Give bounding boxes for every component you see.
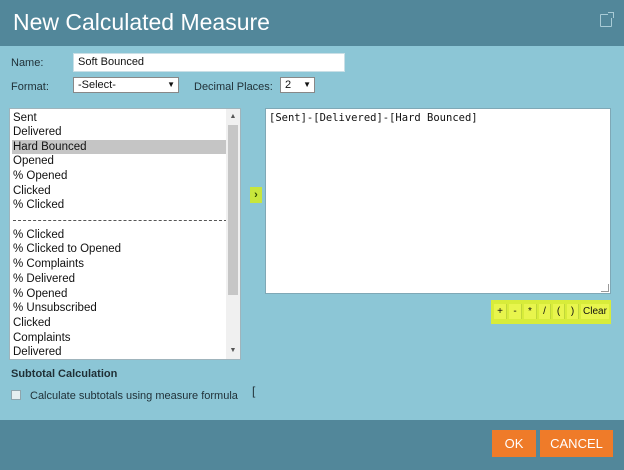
decimal-places-label: Decimal Places: <box>194 81 273 93</box>
list-item[interactable]: Complaints <box>13 331 71 345</box>
list-item[interactable]: % Opened <box>13 287 67 301</box>
chevron-down-icon: ▼ <box>167 80 175 89</box>
list-item[interactable]: Clicked <box>13 316 51 330</box>
list-item[interactable]: % Clicked <box>13 198 64 212</box>
subtotal-checkbox-label[interactable]: Calculate subtotals using measure formul… <box>30 390 238 402</box>
decimal-places-select[interactable]: 2 ▼ <box>280 77 315 93</box>
scrollbar-thumb[interactable] <box>228 125 238 295</box>
subtotal-checkbox[interactable] <box>11 390 21 400</box>
minus-button[interactable]: - <box>509 304 522 319</box>
dialog-title: New Calculated Measure <box>13 9 270 35</box>
popout-icon[interactable] <box>600 12 614 27</box>
formula-text: [Sent]-[Delivered]-[Hard Bounced] <box>269 112 478 124</box>
list-item[interactable]: Sent <box>13 111 37 125</box>
list-item[interactable]: Delivered <box>13 125 62 139</box>
list-item[interactable]: % Opened <box>13 169 67 183</box>
name-input[interactable]: Soft Bounced <box>73 53 345 72</box>
list-item[interactable]: Delivered <box>13 345 62 359</box>
list-item[interactable]: % Delivered <box>13 272 75 286</box>
close-paren-button[interactable]: ) <box>567 304 579 319</box>
new-calculated-measure-dialog: New Calculated Measure Name: Soft Bounce… <box>0 0 624 470</box>
list-item-selected[interactable]: Hard Bounced <box>12 140 226 154</box>
format-select-value: -Select- <box>78 79 116 91</box>
chevron-down-icon: ▼ <box>303 80 311 89</box>
format-label: Format: <box>11 81 49 93</box>
clear-button[interactable]: Clear <box>581 304 609 319</box>
operator-toolbar: + - * / ( ) Clear <box>491 300 611 324</box>
list-item[interactable]: % Clicked <box>13 228 64 242</box>
list-item[interactable]: % Unsubscribed <box>13 301 97 315</box>
scroll-up-icon[interactable]: ▲ <box>226 111 240 123</box>
resize-grip-icon[interactable] <box>601 284 609 292</box>
name-label: Name: <box>11 57 44 69</box>
list-item[interactable]: Opened <box>13 154 54 168</box>
cancel-button[interactable]: CANCEL <box>540 430 613 457</box>
subtotal-heading: Subtotal Calculation <box>11 368 118 380</box>
format-select[interactable]: -Select- ▼ <box>73 77 179 93</box>
list-item[interactable]: % Clicked to Opened <box>13 242 121 256</box>
stray-bracket: [ <box>252 384 256 398</box>
ok-button[interactable]: OK <box>492 430 536 457</box>
list-item[interactable]: Clicked <box>13 184 51 198</box>
scroll-down-icon[interactable]: ▼ <box>226 345 240 357</box>
list-scrollbar[interactable]: ▲ ▼ <box>226 109 240 359</box>
title-bar: New Calculated Measure <box>0 0 624 46</box>
add-measure-button[interactable]: › <box>250 187 262 203</box>
divide-button[interactable]: / <box>539 304 551 319</box>
list-separator <box>13 220 227 221</box>
formula-textarea[interactable]: [Sent]-[Delivered]-[Hard Bounced] <box>265 108 611 294</box>
list-item[interactable]: % Complaints <box>13 257 84 271</box>
chevron-right-icon: › <box>254 189 258 201</box>
decimal-places-value: 2 <box>285 79 292 91</box>
measure-list[interactable]: Sent Delivered Hard Bounced Opened % Ope… <box>9 108 241 360</box>
plus-button[interactable]: + <box>494 304 507 319</box>
multiply-button[interactable]: * <box>524 304 537 319</box>
open-paren-button[interactable]: ( <box>553 304 565 319</box>
